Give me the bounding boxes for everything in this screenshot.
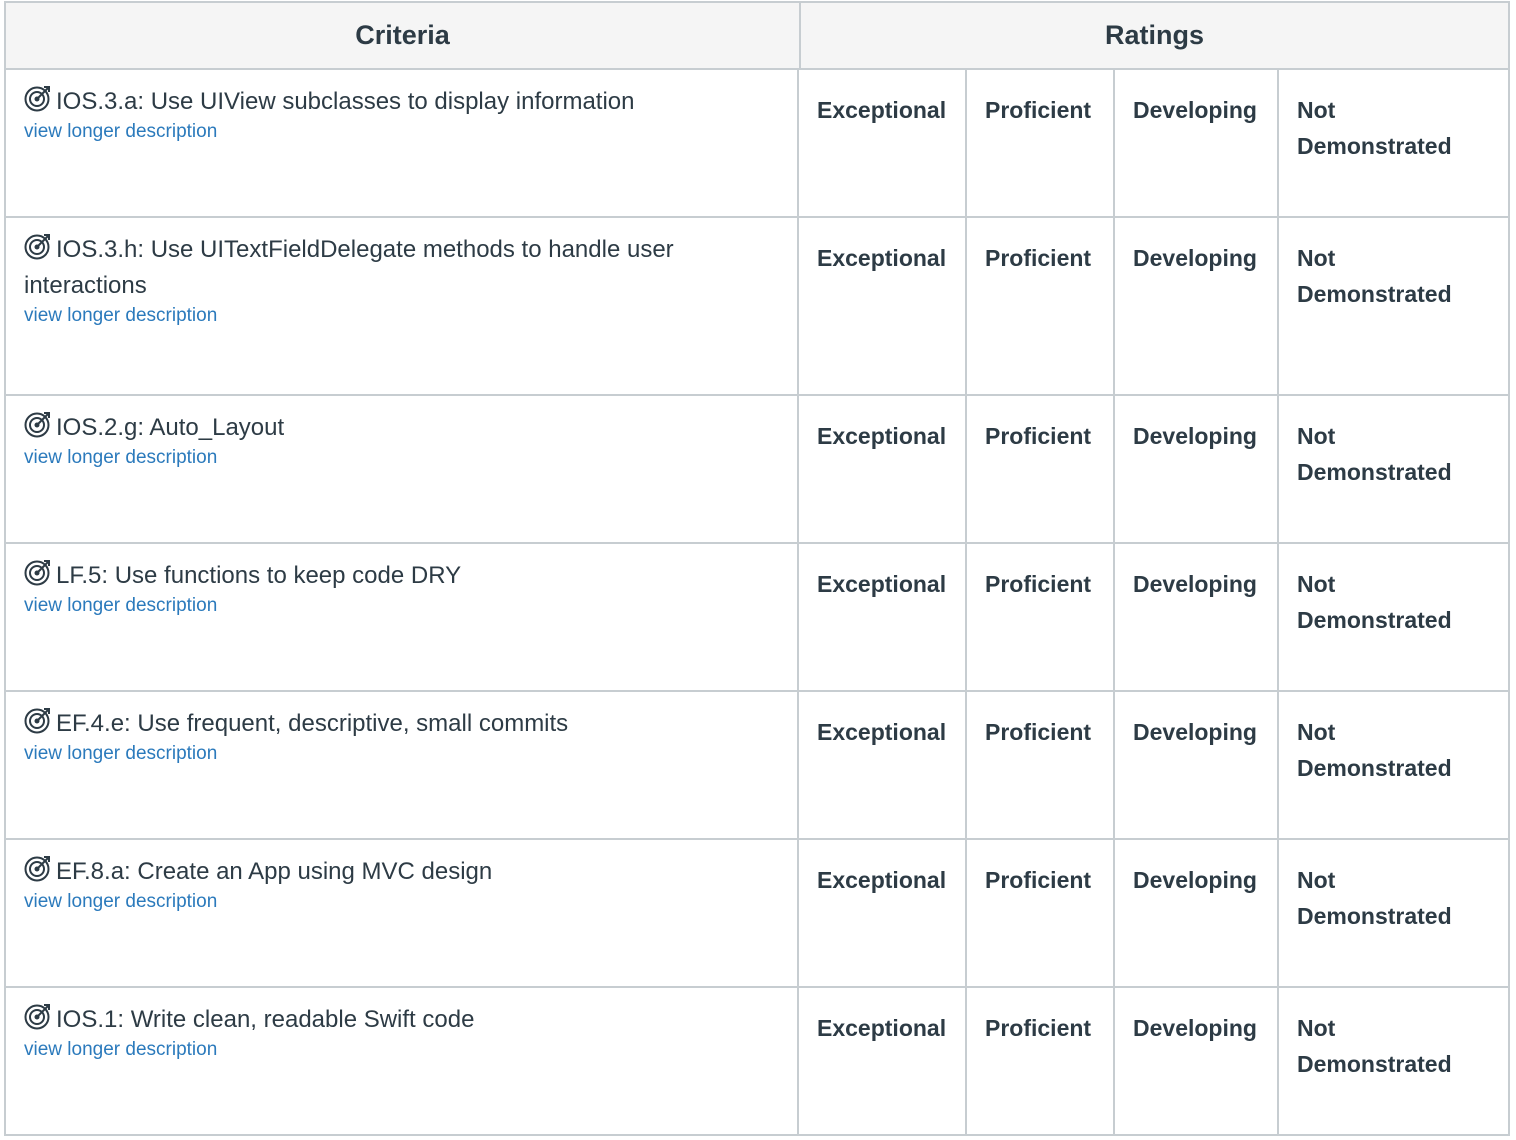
target-icon <box>24 412 50 438</box>
criterion-cell: IOS.2.g: Auto_Layout view longer descrip… <box>6 396 799 542</box>
rating-proficient[interactable]: Proficient <box>967 544 1115 690</box>
target-icon <box>24 708 50 734</box>
view-longer-description-link[interactable]: view longer description <box>24 740 777 768</box>
rating-proficient[interactable]: Proficient <box>967 396 1115 542</box>
rating-not-demonstrated[interactable]: Not Demonstrated <box>1279 840 1508 986</box>
rating-exceptional[interactable]: Exceptional <box>799 396 967 542</box>
rating-developing[interactable]: Developing <box>1115 692 1279 838</box>
criterion-cell: EF.4.e: Use frequent, descriptive, small… <box>6 692 799 838</box>
criterion-title: LF.5: Use functions to keep code DRY <box>56 562 462 589</box>
ratings-header: Ratings <box>1104 20 1204 50</box>
rating-proficient[interactable]: Proficient <box>967 218 1115 394</box>
rubric-header: Criteria Ratings <box>6 3 1508 70</box>
criterion-cell: IOS.1: Write clean, readable Swift code … <box>6 988 799 1134</box>
rating-not-demonstrated[interactable]: Not Demonstrated <box>1279 692 1508 838</box>
rating-exceptional[interactable]: Exceptional <box>799 840 967 986</box>
rating-exceptional[interactable]: Exceptional <box>799 544 967 690</box>
view-longer-description-link[interactable]: view longer description <box>24 302 777 330</box>
target-icon <box>24 560 50 586</box>
rating-developing[interactable]: Developing <box>1115 70 1279 216</box>
target-icon <box>24 1004 50 1030</box>
rating-developing[interactable]: Developing <box>1115 544 1279 690</box>
criterion-row: EF.8.a: Create an App using MVC design v… <box>6 840 1508 988</box>
rating-not-demonstrated[interactable]: Not Demonstrated <box>1279 396 1508 542</box>
rating-developing[interactable]: Developing <box>1115 840 1279 986</box>
ratings-cells: Exceptional Proficient Developing Not De… <box>799 396 1508 542</box>
criterion-row: EF.4.e: Use frequent, descriptive, small… <box>6 692 1508 840</box>
criterion-row: LF.5: Use functions to keep code DRY vie… <box>6 544 1508 692</box>
criterion-title: IOS.2.g: Auto_Layout <box>56 414 285 441</box>
rubric-table: Criteria Ratings IOS.3.a: Use UIView sub… <box>4 1 1510 1136</box>
criterion-row: IOS.1: Write clean, readable Swift code … <box>6 988 1508 1136</box>
criterion-row: IOS.3.h: Use UITextFieldDelegate methods… <box>6 218 1508 396</box>
rating-not-demonstrated[interactable]: Not Demonstrated <box>1279 70 1508 216</box>
criterion-title: EF.8.a: Create an App using MVC design <box>56 858 493 885</box>
criterion-title: IOS.3.h: Use UITextFieldDelegate methods… <box>24 236 674 299</box>
rating-not-demonstrated[interactable]: Not Demonstrated <box>1279 544 1508 690</box>
criterion-cell: IOS.3.a: Use UIView subclasses to displa… <box>6 70 799 216</box>
target-icon <box>24 234 50 260</box>
criterion-title: IOS.1: Write clean, readable Swift code <box>56 1006 475 1033</box>
ratings-cells: Exceptional Proficient Developing Not De… <box>799 840 1508 986</box>
rating-proficient[interactable]: Proficient <box>967 988 1115 1134</box>
view-longer-description-link[interactable]: view longer description <box>24 592 777 620</box>
rating-exceptional[interactable]: Exceptional <box>799 988 967 1134</box>
rating-proficient[interactable]: Proficient <box>967 70 1115 216</box>
rating-not-demonstrated[interactable]: Not Demonstrated <box>1279 988 1508 1134</box>
criterion-row: IOS.2.g: Auto_Layout view longer descrip… <box>6 396 1508 544</box>
ratings-cells: Exceptional Proficient Developing Not De… <box>799 692 1508 838</box>
view-longer-description-link[interactable]: view longer description <box>24 118 777 146</box>
criterion-title: EF.4.e: Use frequent, descriptive, small… <box>56 710 569 737</box>
criterion-title: IOS.3.a: Use UIView subclasses to displa… <box>56 88 635 115</box>
rating-exceptional[interactable]: Exceptional <box>799 70 967 216</box>
ratings-cells: Exceptional Proficient Developing Not De… <box>799 988 1508 1134</box>
criteria-header: Criteria <box>6 3 801 68</box>
target-icon <box>24 86 50 112</box>
ratings-cells: Exceptional Proficient Developing Not De… <box>799 70 1508 216</box>
criterion-cell: LF.5: Use functions to keep code DRY vie… <box>6 544 799 690</box>
criterion-cell: IOS.3.h: Use UITextFieldDelegate methods… <box>6 218 799 394</box>
rating-developing[interactable]: Developing <box>1115 396 1279 542</box>
rating-not-demonstrated[interactable]: Not Demonstrated <box>1279 218 1508 394</box>
view-longer-description-link[interactable]: view longer description <box>24 444 777 472</box>
rating-developing[interactable]: Developing <box>1115 988 1279 1134</box>
ratings-cells: Exceptional Proficient Developing Not De… <box>799 218 1508 394</box>
target-icon <box>24 856 50 882</box>
view-longer-description-link[interactable]: view longer description <box>24 1036 777 1064</box>
rating-exceptional[interactable]: Exceptional <box>799 692 967 838</box>
rating-proficient[interactable]: Proficient <box>967 692 1115 838</box>
rating-developing[interactable]: Developing <box>1115 218 1279 394</box>
view-longer-description-link[interactable]: view longer description <box>24 888 777 916</box>
ratings-cells: Exceptional Proficient Developing Not De… <box>799 544 1508 690</box>
rating-exceptional[interactable]: Exceptional <box>799 218 967 394</box>
rating-proficient[interactable]: Proficient <box>967 840 1115 986</box>
criterion-cell: EF.8.a: Create an App using MVC design v… <box>6 840 799 986</box>
criterion-row: IOS.3.a: Use UIView subclasses to displa… <box>6 70 1508 218</box>
